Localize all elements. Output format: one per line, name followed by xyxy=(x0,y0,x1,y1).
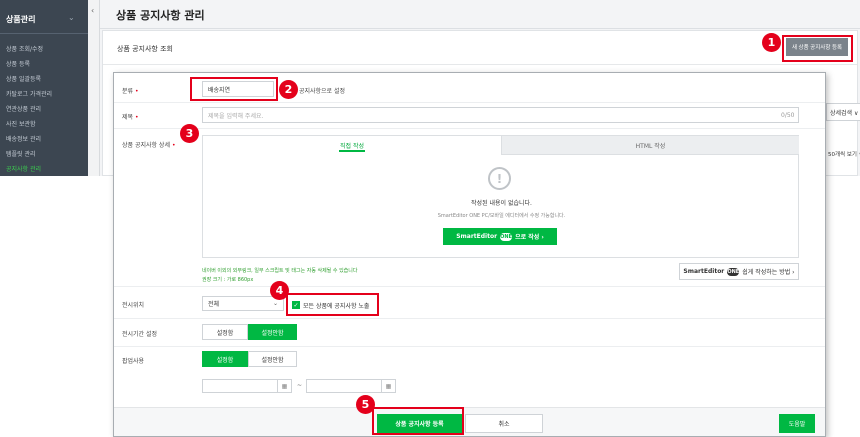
divider xyxy=(103,64,857,65)
detail-search-button[interactable]: 상세검색 ∨ xyxy=(826,103,860,121)
empty-message: 작성된 내용이 없습니다. xyxy=(471,200,532,207)
display-location-label: 전시위치 xyxy=(122,302,145,309)
detail-label: 상품 공지사항 상세 • xyxy=(122,142,176,149)
sidebar-item-bulk-register[interactable]: 상품 일괄등록 xyxy=(6,74,41,83)
calendar-icon[interactable]: ▦ xyxy=(277,380,291,392)
display-location-value: 전체 xyxy=(208,301,220,308)
display-location-select[interactable]: 전체 ⌄ xyxy=(202,296,284,311)
sidebar-item-related-products[interactable]: 연관상품 관리 xyxy=(6,104,41,113)
help-button[interactable]: 도움말 xyxy=(779,414,815,433)
guide-button-text: SmartEditor xyxy=(683,268,725,275)
smarteditor-guide-button[interactable]: SmartEditor ONE 쉽게 작성하는 방법 › xyxy=(679,263,799,280)
callout-box-category xyxy=(190,77,278,101)
popup-off-button[interactable]: 설정안함 xyxy=(248,351,297,367)
sidebar-item-shipping-info[interactable]: 배송정보 관리 xyxy=(6,134,41,143)
chevron-down-icon[interactable]: ⌄ xyxy=(68,13,75,22)
guide-button-suffix: 쉽게 작성하는 방법 › xyxy=(742,269,795,276)
form-footer: 상품 공지사항 등록 취소 도움말 xyxy=(114,407,825,436)
title-input[interactable]: 제목을 입력해 주세요. xyxy=(202,107,799,123)
callout-box-new-button xyxy=(782,35,853,62)
sidebar-item-notices[interactable]: 공지사항 관리 xyxy=(6,164,41,173)
one-badge-icon: ONE xyxy=(727,267,740,276)
callout-box-submit xyxy=(372,407,464,435)
view-count-select[interactable]: 50개씩 보기 ∨ xyxy=(826,146,860,162)
detail-editor: 직접 작성 HTML 작성 ! 작성된 내용이 없습니다. SmartEdito… xyxy=(202,135,799,258)
active-tab-indicator xyxy=(339,150,365,152)
end-date-input[interactable]: ▦ xyxy=(306,379,396,393)
exclamation-icon: ! xyxy=(488,167,511,190)
page-title: 상품 공지사항 관리 xyxy=(116,9,205,22)
notice-register-form: 분류 • 배송지연 중요 공지사항으로 설정 제목 • 제목을 입력해 주세요. 0… xyxy=(113,72,826,437)
period-off-button[interactable]: 설정안함 xyxy=(248,324,297,340)
sidebar: 상품관리 ⌄ 상품 조회/수정 상품 등록 상품 일괄등록 카탈로그 가격관리 … xyxy=(0,0,88,176)
divider xyxy=(114,102,825,103)
smarteditor-button-text: SmartEditor xyxy=(456,233,498,240)
divider xyxy=(114,128,825,129)
cancel-button[interactable]: 취소 xyxy=(465,414,543,433)
date-range-separator: ~ xyxy=(297,382,303,389)
callout-number-badge: 1 xyxy=(762,33,781,52)
sidebar-title[interactable]: 상품관리 xyxy=(0,0,88,34)
editor-notice-line: 권장 크기 : 가로 860px xyxy=(202,277,254,283)
empty-subtext: SmartEditor ONE PC/모바일 에디터에서 수정 가능합니다. xyxy=(437,213,566,219)
title-char-counter: 0/50 xyxy=(781,112,795,119)
sidebar-item-templates[interactable]: 템플릿 관리 xyxy=(6,149,36,158)
popup-label: 팝업사용 xyxy=(122,358,145,365)
category-label: 분류 • xyxy=(122,88,139,95)
popup-on-button[interactable]: 설정함 xyxy=(202,351,248,367)
title-label: 제목 • xyxy=(122,114,139,121)
callout-box-checkbox xyxy=(286,293,379,316)
display-period-label: 전시기간 설정 xyxy=(122,331,158,338)
chevron-left-icon: ‹ xyxy=(91,6,95,15)
divider xyxy=(114,318,825,319)
divider xyxy=(100,28,860,29)
sidebar-item-photo-storage[interactable]: 사진 보관함 xyxy=(6,119,36,128)
tab-html-write[interactable]: HTML 작성 xyxy=(501,136,799,155)
tab-direct-write[interactable]: 직접 작성 xyxy=(203,136,501,155)
start-date-input[interactable]: ▦ xyxy=(202,379,292,393)
callout-number-badge: 2 xyxy=(279,80,298,99)
editor-notice-line: 네이버 이외의 외부링크, 일부 스크립트 및 태그는 자동 삭제될 수 있습니… xyxy=(202,268,358,274)
calendar-icon[interactable]: ▦ xyxy=(381,380,395,392)
sidebar-item-product-register[interactable]: 상품 등록 xyxy=(6,59,30,68)
smarteditor-button-suffix: 으로 작성 › xyxy=(515,234,544,241)
divider xyxy=(114,286,825,287)
chevron-down-icon: ⌄ xyxy=(272,300,278,307)
smarteditor-write-button[interactable]: SmartEditor ONE 으로 작성 › xyxy=(443,228,557,245)
callout-number-badge: 4 xyxy=(270,281,289,300)
sidebar-collapse-toggle[interactable]: ‹ xyxy=(88,0,100,176)
section-title: 상품 공지사항 조회 xyxy=(117,45,173,53)
one-badge-icon: ONE xyxy=(500,232,513,241)
sidebar-item-catalog-price[interactable]: 카탈로그 가격관리 xyxy=(6,89,52,98)
callout-number-badge: 5 xyxy=(356,395,375,414)
sidebar-item-product-search[interactable]: 상품 조회/수정 xyxy=(6,44,43,53)
divider xyxy=(114,346,825,347)
period-on-button[interactable]: 설정함 xyxy=(202,324,248,340)
callout-number-badge: 3 xyxy=(180,124,199,143)
